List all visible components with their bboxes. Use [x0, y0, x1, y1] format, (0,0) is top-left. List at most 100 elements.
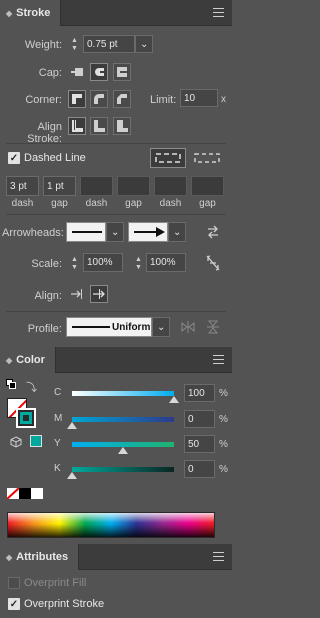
- scale-end-stepper[interactable]: ▲ ▼: [133, 256, 144, 272]
- scale-start-stepper[interactable]: ▲ ▼: [69, 256, 80, 272]
- profile-label: Profile:: [27, 323, 62, 335]
- weight-label: Weight:: [24, 39, 62, 51]
- weight-stepper[interactable]: ▲ ▼: [69, 37, 80, 53]
- gap-label: gap: [51, 198, 68, 209]
- stroke-swatch[interactable]: [16, 408, 36, 428]
- gap-1-input[interactable]: 1 pt: [43, 176, 76, 196]
- overprint-fill-checkbox[interactable]: [8, 577, 20, 589]
- miter-join-icon: [72, 94, 82, 104]
- collapse-arrow-icon[interactable]: ◆: [6, 356, 12, 365]
- align-center-button[interactable]: [68, 117, 86, 135]
- dash-label: dash: [11, 198, 34, 209]
- align-dash-button[interactable]: [189, 148, 225, 168]
- tab-color[interactable]: ◆ Color: [0, 347, 56, 373]
- miter-join-button[interactable]: [68, 90, 86, 108]
- black-input[interactable]: 0: [184, 460, 215, 478]
- stroke-panel-header: ◆ Stroke: [0, 0, 232, 26]
- attributes-panel: Overprint Fill ✓ Overprint Stroke: [0, 571, 232, 618]
- align-outside-icon: [117, 120, 128, 132]
- dash-label: dash: [85, 198, 108, 209]
- web-safe-color-swatch[interactable]: [30, 435, 42, 447]
- overprint-stroke-label: Overprint Stroke: [24, 598, 105, 610]
- limit-input[interactable]: 10: [180, 89, 218, 107]
- tab-stroke[interactable]: ◆ Stroke: [0, 0, 62, 26]
- round-join-icon: [94, 94, 104, 104]
- no-arrowhead-icon: [72, 231, 102, 233]
- overprint-stroke-checkbox[interactable]: ✓: [8, 598, 20, 610]
- collapse-arrow-icon[interactable]: ◆: [6, 553, 12, 562]
- limit-unit: x: [221, 94, 226, 105]
- cyan-slider[interactable]: [72, 391, 174, 396]
- profile-select[interactable]: Uniform: [66, 317, 152, 337]
- scale-label: Scale:: [31, 258, 62, 270]
- dash-2-input[interactable]: [80, 176, 113, 196]
- weight-input[interactable]: 0.75 pt: [83, 35, 135, 53]
- magenta-input[interactable]: 0: [184, 410, 215, 428]
- extend-arrow-tip-button[interactable]: [68, 285, 86, 303]
- arrowhead-end-select[interactable]: [128, 222, 168, 242]
- stroke-panel: Weight: ▲ ▼ 0.75 pt ⌄ Cap: Corner: Limit:…: [0, 27, 232, 347]
- cyan-input[interactable]: 100: [184, 384, 215, 402]
- align-arrows-label: Align:: [34, 290, 62, 302]
- dashed-line-checkbox[interactable]: ✓: [8, 152, 20, 164]
- attributes-panel-menu-icon[interactable]: [213, 552, 224, 561]
- overprint-fill-label: Overprint Fill: [24, 577, 87, 589]
- butt-cap-button[interactable]: [68, 63, 86, 81]
- magenta-slider-thumb[interactable]: [67, 422, 77, 429]
- align-inside-button[interactable]: [90, 117, 108, 135]
- limit-label: Limit:: [150, 94, 177, 106]
- projecting-cap-icon: [117, 67, 127, 77]
- align-dash-icon: [194, 153, 220, 163]
- tab-attributes[interactable]: ◆ Attributes: [0, 544, 80, 570]
- round-join-button[interactable]: [90, 90, 108, 108]
- scale-end-input[interactable]: 100%: [146, 253, 186, 272]
- gap-2-input[interactable]: [117, 176, 150, 196]
- arrowhead-icon: [134, 227, 165, 237]
- flip-across-icon[interactable]: [206, 320, 220, 337]
- dash-3-input[interactable]: [154, 176, 187, 196]
- cyan-unit: %: [219, 388, 228, 399]
- swap-arrowheads-icon[interactable]: [205, 224, 221, 243]
- bevel-join-button[interactable]: [113, 90, 131, 108]
- preserve-dash-button[interactable]: [150, 148, 186, 168]
- link-scale-icon[interactable]: [205, 254, 221, 275]
- separator: [6, 214, 226, 215]
- out-of-web-color-cube-icon[interactable]: [10, 436, 22, 451]
- gap-label: gap: [199, 198, 216, 209]
- yellow-input[interactable]: 50: [184, 435, 215, 453]
- black-slider-thumb[interactable]: [67, 472, 77, 479]
- yellow-slider-thumb[interactable]: [118, 447, 128, 454]
- color-spectrum[interactable]: [7, 512, 215, 538]
- arrowhead-start-select[interactable]: [66, 222, 106, 242]
- white-color-swatch[interactable]: [31, 488, 43, 499]
- profile-dropdown[interactable]: ⌄: [152, 317, 170, 337]
- swap-fill-stroke-icon[interactable]: ⤵: [26, 379, 37, 395]
- place-arrow-tip-button[interactable]: [90, 285, 108, 303]
- uniform-profile-icon: [72, 326, 110, 328]
- arrowhead-end-dropdown[interactable]: ⌄: [168, 222, 186, 242]
- cyan-slider-thumb[interactable]: [169, 396, 179, 403]
- black-color-swatch[interactable]: [19, 488, 31, 499]
- default-fill-stroke-icon[interactable]: [6, 379, 16, 392]
- arrow-tip-place-icon: [93, 289, 105, 299]
- magenta-slider[interactable]: [72, 417, 174, 422]
- tab-attributes-label: Attributes: [16, 551, 69, 563]
- projecting-cap-button[interactable]: [113, 63, 131, 81]
- cyan-label: C: [54, 387, 62, 398]
- collapse-arrow-icon[interactable]: ◆: [6, 9, 12, 18]
- none-color-swatch[interactable]: [7, 488, 19, 499]
- weight-dropdown-button[interactable]: ⌄: [135, 35, 153, 53]
- black-slider[interactable]: [72, 467, 174, 472]
- round-cap-button[interactable]: [90, 63, 108, 81]
- checkmark-icon: ✓: [9, 152, 19, 164]
- flip-along-icon[interactable]: [181, 320, 195, 337]
- align-outside-button[interactable]: [113, 117, 131, 135]
- arrowhead-start-dropdown[interactable]: ⌄: [106, 222, 124, 242]
- tab-stroke-label: Stroke: [16, 7, 51, 19]
- yellow-unit: %: [219, 439, 228, 450]
- gap-3-input[interactable]: [191, 176, 224, 196]
- scale-start-input[interactable]: 100%: [83, 253, 123, 272]
- stroke-panel-menu-icon[interactable]: [213, 8, 224, 17]
- color-panel-menu-icon[interactable]: [213, 355, 224, 364]
- dash-1-input[interactable]: 3 pt: [6, 176, 39, 196]
